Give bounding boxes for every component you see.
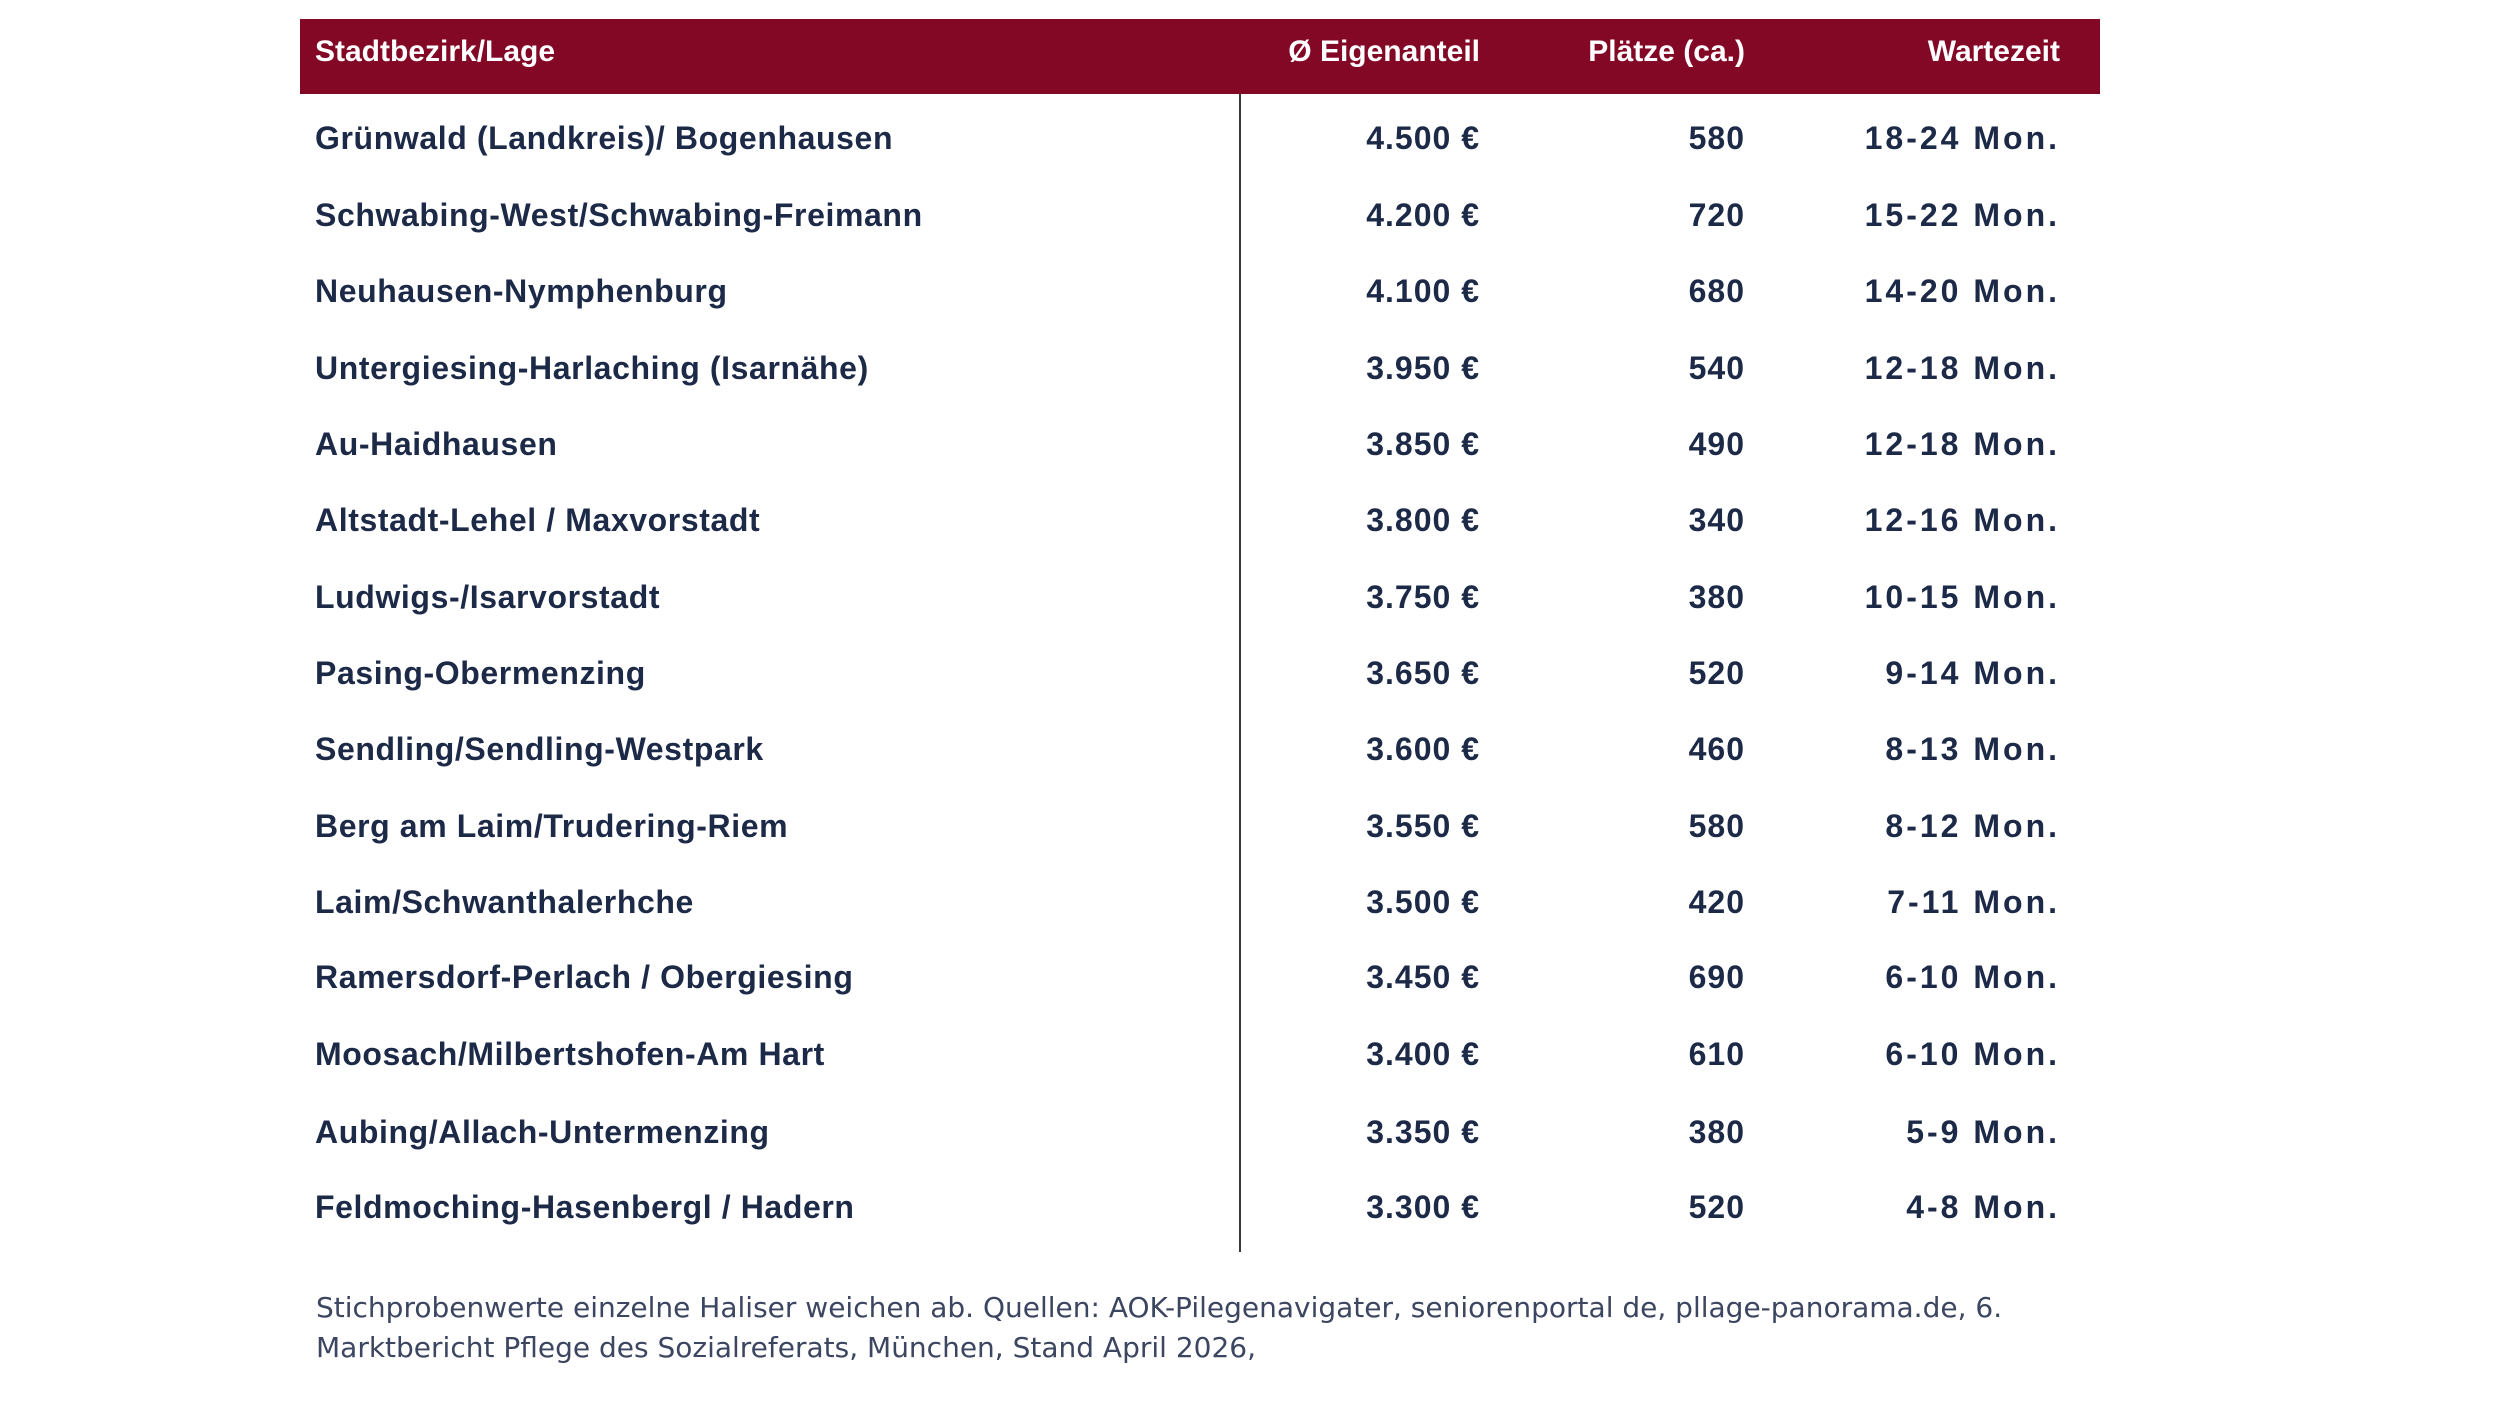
header-wartezeit: Wartezeit [1927, 35, 2060, 68]
cell-eigenanteil: 4.500 € [1366, 120, 1480, 156]
cell-bezirk: Schwabing-West/Schwabing-Freimann [315, 197, 923, 233]
cell-plaetze: 460 [1688, 731, 1745, 767]
table-row: Au-Haidhausen 3.850 € 490 12-18 Mon. [300, 406, 2100, 482]
cell-eigenanteil: 3.300 € [1366, 1189, 1480, 1225]
header-bezirk: Stadtbezirk/Lage [315, 35, 556, 68]
header-eigenanteil: Ø Eigenanteil [1288, 35, 1480, 68]
table-row: Laim/Schwanthalerhche 3.500 € 420 7-11 Mon. [300, 864, 2100, 940]
cell-bezirk: Sendling/Sendling-Westpark [315, 731, 764, 767]
table-row: Moosach/Milbertshofen-Am Hart 3.400 € 610 6… [300, 1016, 2100, 1092]
table-row: Untergiesing-Harlaching (Isarnähe) 3.950 … [300, 330, 2100, 406]
cell-wartezeit: 14-20 Mon. [1864, 273, 2060, 309]
data-table: Stadtbezirk/Lage Ø Eigenanteil Plätze (c… [300, 19, 2100, 1252]
cell-wartezeit: 8-12 Mon. [1885, 808, 2060, 844]
cell-plaetze: 580 [1688, 120, 1745, 156]
cell-plaetze: 580 [1688, 808, 1745, 844]
table-row: Schwabing-West/Schwabing-Freimann 4.200 €… [300, 177, 2100, 253]
cell-wartezeit: 18-24 Mon. [1864, 120, 2060, 156]
cell-plaetze: 520 [1688, 1189, 1745, 1225]
cell-eigenanteil: 4.100 € [1366, 273, 1480, 309]
table-row: Pasing-Obermenzing 3.650 € 520 9-14 Mon. [300, 635, 2100, 711]
cell-eigenanteil: 3.800 € [1366, 502, 1480, 538]
cell-bezirk: Grünwald (Landkreis)/ Bogenhausen [315, 120, 894, 156]
cell-bezirk: Aubing/Allach-Untermenzing [315, 1114, 770, 1150]
cell-wartezeit: 12-16 Mon. [1864, 502, 2060, 538]
cell-eigenanteil: 3.550 € [1366, 808, 1480, 844]
cell-plaetze: 340 [1688, 502, 1745, 538]
cell-plaetze: 680 [1688, 273, 1745, 309]
cell-eigenanteil: 3.350 € [1366, 1114, 1480, 1150]
cell-plaetze: 380 [1688, 579, 1745, 615]
table-header: Stadtbezirk/Lage Ø Eigenanteil Plätze (c… [300, 19, 2100, 94]
cell-wartezeit: 12-18 Mon. [1864, 350, 2060, 386]
table-row: Sendling/Sendling-Westpark 3.600 € 460 8-13… [300, 711, 2100, 787]
cell-plaetze: 490 [1688, 426, 1745, 462]
cell-bezirk: Ramersdorf-Perlach / Obergiesing [315, 959, 854, 995]
cell-bezirk: Moosach/Milbertshofen-Am Hart [315, 1036, 825, 1072]
table-row: Feldmoching-Hasenbergl / Hadern 3.300 € 52… [300, 1169, 2100, 1245]
cell-wartezeit: 12-18 Mon. [1864, 426, 2060, 462]
cell-bezirk: Laim/Schwanthalerhche [315, 884, 694, 920]
cell-eigenanteil: 3.850 € [1366, 426, 1480, 462]
cell-wartezeit: 6-10 Mon. [1885, 1036, 2060, 1072]
cell-bezirk: Berg am Laim/Trudering-Riem [315, 808, 789, 844]
header-plaetze: Plätze (ca.) [1588, 35, 1745, 68]
cell-plaetze: 720 [1688, 197, 1745, 233]
cell-wartezeit: 10-15 Mon. [1864, 579, 2060, 615]
cell-wartezeit: 8-13 Mon. [1885, 731, 2060, 767]
table-row: Berg am Laim/Trudering-Riem 3.550 € 580 8-1… [300, 788, 2100, 864]
cell-plaetze: 380 [1688, 1114, 1745, 1150]
cell-eigenanteil: 3.400 € [1366, 1036, 1480, 1072]
cell-plaetze: 610 [1688, 1036, 1745, 1072]
cell-eigenanteil: 3.600 € [1366, 731, 1480, 767]
cell-eigenanteil: 3.750 € [1366, 579, 1480, 615]
cell-eigenanteil: 4.200 € [1366, 197, 1480, 233]
cell-wartezeit: 6-10 Mon. [1885, 959, 2060, 995]
cell-eigenanteil: 3.500 € [1366, 884, 1480, 920]
cell-plaetze: 540 [1688, 350, 1745, 386]
cell-eigenanteil: 3.450 € [1366, 959, 1480, 995]
cell-wartezeit: 4-8 Mon. [1906, 1189, 2060, 1225]
cell-wartezeit: 9-14 Mon. [1885, 655, 2060, 691]
table-row: Neuhausen-Nymphenburg 4.100 € 680 14-20 Mon… [300, 253, 2100, 329]
cell-bezirk: Altstadt-Lehel / Maxvorstadt [315, 502, 761, 538]
cell-plaetze: 520 [1688, 655, 1745, 691]
table-row: Ramersdorf-Perlach / Obergiesing 3.450 € 6… [300, 939, 2100, 1015]
table-row: Grünwald (Landkreis)/ Bogenhausen 4.500 €… [300, 100, 2100, 176]
cell-bezirk: Ludwigs-/Isarvorstadt [315, 579, 661, 615]
cell-plaetze: 420 [1688, 884, 1745, 920]
cell-eigenanteil: 3.650 € [1366, 655, 1480, 691]
cell-bezirk: Au-Haidhausen [315, 426, 558, 462]
footnote: Stichprobenwerte einzelne Haliser weiche… [316, 1291, 2003, 1364]
cell-bezirk: Pasing-Obermenzing [315, 655, 646, 691]
cell-wartezeit: 7-11 Mon. [1887, 884, 2060, 920]
table-row: Aubing/Allach-Untermenzing 3.350 € 380 5-9 … [300, 1094, 2100, 1170]
cell-bezirk: Neuhausen-Nymphenburg [315, 273, 728, 309]
table-body: Grünwald (Landkreis)/ Bogenhausen 4.500 €… [300, 94, 2100, 1252]
cell-wartezeit: 5-9 Mon. [1906, 1114, 2060, 1150]
cell-bezirk: Feldmoching-Hasenbergl / Hadern [315, 1189, 855, 1225]
table-row: Altstadt-Lehel / Maxvorstadt 3.800 € 340 12… [300, 482, 2100, 558]
cell-plaetze: 690 [1688, 959, 1745, 995]
cell-wartezeit: 15-22 Mon. [1864, 197, 2060, 233]
table-row: Ludwigs-/Isarvorstadt 3.750 € 380 10-15 Mon… [300, 559, 2100, 635]
cell-eigenanteil: 3.950 € [1366, 350, 1480, 386]
cell-bezirk: Untergiesing-Harlaching (Isarnähe) [315, 350, 869, 386]
